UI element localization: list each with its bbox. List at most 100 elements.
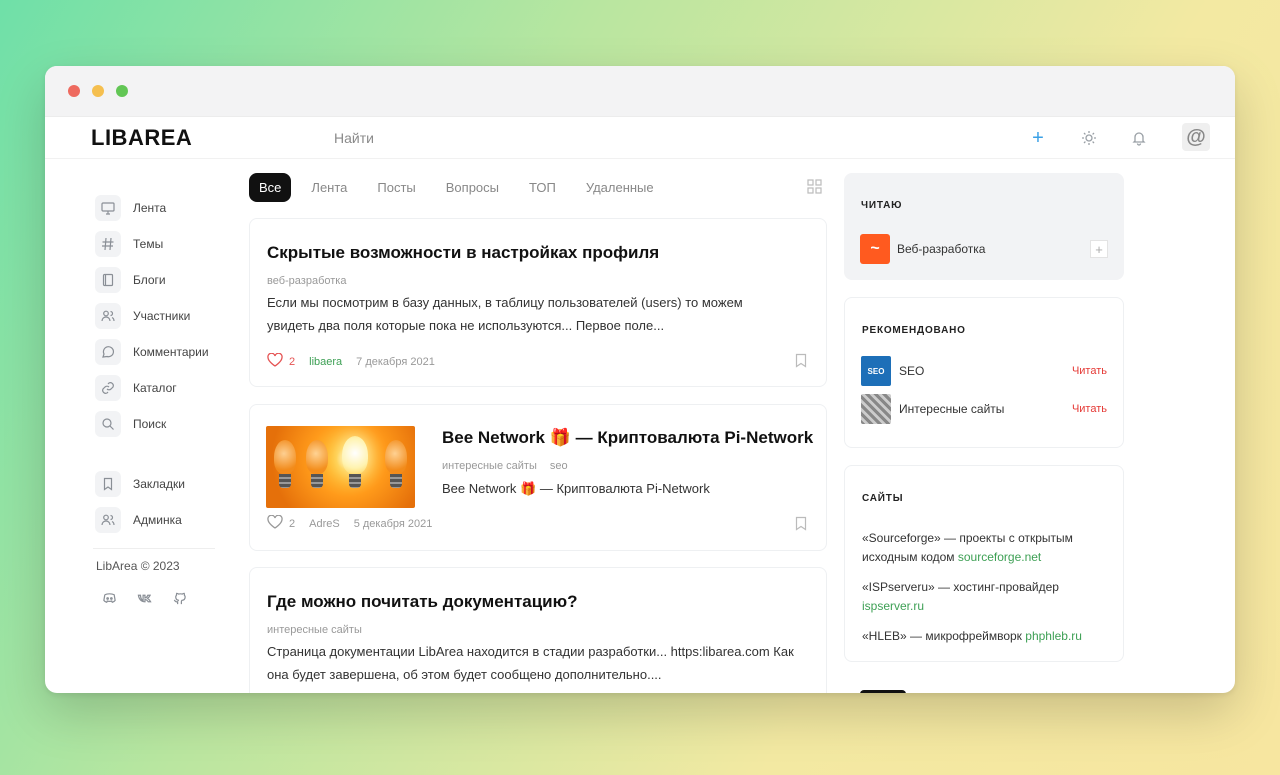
site-entry: «HLEB» — микрофреймворк phphleb.ru — [862, 627, 1103, 646]
seo-blog-icon: SEO — [861, 356, 891, 386]
recommended-item[interactable]: SEO SEO Читать — [861, 356, 1107, 386]
tab-top[interactable]: ТОП — [529, 180, 556, 195]
site-description: «HLEB» — микрофреймворк — [862, 629, 1026, 643]
theme-toggle-icon[interactable] — [1077, 126, 1101, 150]
site-entry: «Sourceforge» — проекты с открытым исход… — [862, 529, 1103, 567]
book-icon — [95, 267, 121, 293]
post-tag[interactable]: интересные сайты — [267, 624, 362, 636]
sidebar-item-label: Темы — [133, 237, 164, 251]
discord-icon[interactable] — [102, 591, 117, 611]
left-sidebar: Лента Темы Блоги Участники Комментарии К… — [93, 190, 217, 611]
sidebar-item-label: Лента — [133, 201, 167, 215]
panel-title: САЙТЫ — [862, 493, 904, 504]
bookmark-icon[interactable] — [795, 516, 807, 536]
recommended-label[interactable]: SEO — [899, 364, 924, 378]
post-thumbnail-lightbulbs[interactable] — [266, 426, 415, 508]
post-title[interactable]: Скрытые возможности в настройках профиля — [267, 243, 659, 263]
read-button[interactable]: Читать — [1072, 365, 1107, 377]
sidebar-item-feed[interactable]: Лента — [95, 190, 217, 226]
site-logo[interactable]: LIBAREA — [91, 125, 192, 151]
browser-window: LIBAREA Найти + @ Лента Темы Блоги Участ… — [45, 66, 1235, 693]
monitor-icon — [95, 195, 121, 221]
sidebar-item-blogs[interactable]: Блоги — [95, 262, 217, 298]
post-author[interactable]: libaera — [309, 356, 342, 368]
hash-icon — [95, 231, 121, 257]
tab-feed[interactable]: Лента — [311, 180, 347, 195]
reading-panel: ЧИТАЮ ~ Веб-разработка + — [844, 173, 1124, 280]
tag-link[interactable]: интересные сайты — [442, 460, 537, 472]
blog-logo-icon: ~ — [860, 234, 890, 264]
close-window-button[interactable] — [68, 85, 80, 97]
tab-questions[interactable]: Вопросы — [446, 180, 499, 195]
sidebar-item-search[interactable]: Поиск — [95, 406, 217, 442]
post-title[interactable]: Bee Network 🎁 — Криптовалюта Pi-Network — [442, 428, 813, 448]
users-icon — [95, 303, 121, 329]
site-header: LIBAREA Найти + @ — [45, 117, 1235, 159]
maximize-window-button[interactable] — [116, 85, 128, 97]
panel-title: РЕКОМЕНДОВАНО — [862, 325, 966, 336]
tab-deleted[interactable]: Удаленные — [586, 180, 654, 195]
post-excerpt: Если мы посмотрим в базу данных, в табли… — [267, 295, 743, 333]
post-date: 5 декабря 2021 — [353, 517, 433, 530]
sidebar-item-label: Поиск — [133, 417, 167, 431]
sidebar-item-label: Закладки — [133, 477, 185, 491]
read-button[interactable]: Читать — [1072, 403, 1107, 415]
add-post-icon[interactable]: + — [1026, 126, 1050, 150]
sidebar-item-users[interactable]: Участники — [95, 298, 217, 334]
site-link[interactable]: phphleb.ru — [1025, 629, 1082, 643]
post-meta: 2 AdreS 5 декабря 2021 — [267, 514, 433, 532]
likes-count: 2 — [289, 517, 296, 530]
social-links — [95, 591, 217, 611]
next-panel-edge — [860, 690, 906, 693]
sidebar-divider — [93, 548, 215, 549]
search-input[interactable]: Найти — [334, 130, 374, 146]
blog-name[interactable]: Веб-разработка — [897, 242, 985, 256]
bookmark-icon[interactable] — [795, 353, 807, 373]
vk-icon[interactable] — [137, 591, 152, 611]
users-icon — [95, 507, 121, 533]
recommended-panel: РЕКОМЕНДОВАНО SEO SEO Читать Интересные … — [844, 297, 1124, 448]
sidebar-item-label: Участники — [133, 309, 191, 323]
post-excerpt: Страница документации LibArea находится … — [267, 644, 794, 682]
site-entry: «ISPserveru» — хостинг-провайдер ispserv… — [862, 578, 1103, 616]
sidebar-item-bookmarks[interactable]: Закладки — [95, 466, 217, 502]
post-tag[interactable]: веб-разработка — [267, 275, 346, 287]
notifications-bell-icon[interactable] — [1127, 126, 1151, 150]
link-icon — [95, 375, 121, 401]
reading-blog-row[interactable]: ~ Веб-разработка + — [860, 234, 1108, 264]
recommended-item[interactable]: Интересные сайты Читать — [861, 394, 1107, 424]
add-blog-button[interactable]: + — [1090, 240, 1108, 258]
likes-count: 2 — [289, 355, 296, 368]
user-avatar[interactable]: @ — [1182, 123, 1210, 151]
site-description: «ISPserveru» — хостинг-провайдер — [862, 580, 1059, 594]
post-excerpt: Bee Network 🎁 — Криптовалюта Pi-Network — [442, 481, 710, 496]
sidebar-item-topics[interactable]: Темы — [95, 226, 217, 262]
sidebar-item-comments[interactable]: Комментарии — [95, 334, 217, 370]
recommended-label[interactable]: Интересные сайты — [899, 402, 1004, 416]
post-card: Где можно почитать документацию? интерес… — [249, 567, 827, 693]
bookmark-icon — [95, 471, 121, 497]
minimize-window-button[interactable] — [92, 85, 104, 97]
tab-all[interactable]: Все — [249, 173, 292, 202]
sidebar-item-label: Блоги — [133, 273, 166, 287]
search-icon — [95, 411, 121, 437]
post-card: Скрытые возможности в настройках профиля… — [249, 218, 827, 387]
post-author[interactable]: AdreS — [309, 518, 340, 530]
site-link[interactable]: sourceforge.net — [958, 550, 1041, 564]
tab-posts[interactable]: Посты — [377, 180, 415, 195]
sites-panel: САЙТЫ «Sourceforge» — проекты с открытым… — [844, 465, 1124, 662]
github-icon[interactable] — [172, 591, 187, 611]
sites-blog-icon — [861, 394, 891, 424]
heart-icon[interactable] — [267, 352, 283, 370]
site-link[interactable]: ispserver.ru — [862, 599, 924, 613]
grid-view-icon[interactable] — [807, 179, 822, 199]
post-tag: интересные сайты seo — [442, 460, 568, 472]
sidebar-item-catalog[interactable]: Каталог — [95, 370, 217, 406]
heart-icon[interactable] — [267, 514, 283, 532]
sidebar-item-label: Комментарии — [133, 345, 209, 359]
tag-link[interactable]: seo — [550, 460, 568, 472]
post-title[interactable]: Где можно почитать документацию? — [267, 592, 578, 612]
sidebar-item-admin[interactable]: Админка — [95, 502, 217, 538]
feed-tabs: Все Лента Посты Вопросы ТОП Удаленные — [249, 173, 684, 202]
sidebar-item-label: Каталог — [133, 381, 177, 395]
